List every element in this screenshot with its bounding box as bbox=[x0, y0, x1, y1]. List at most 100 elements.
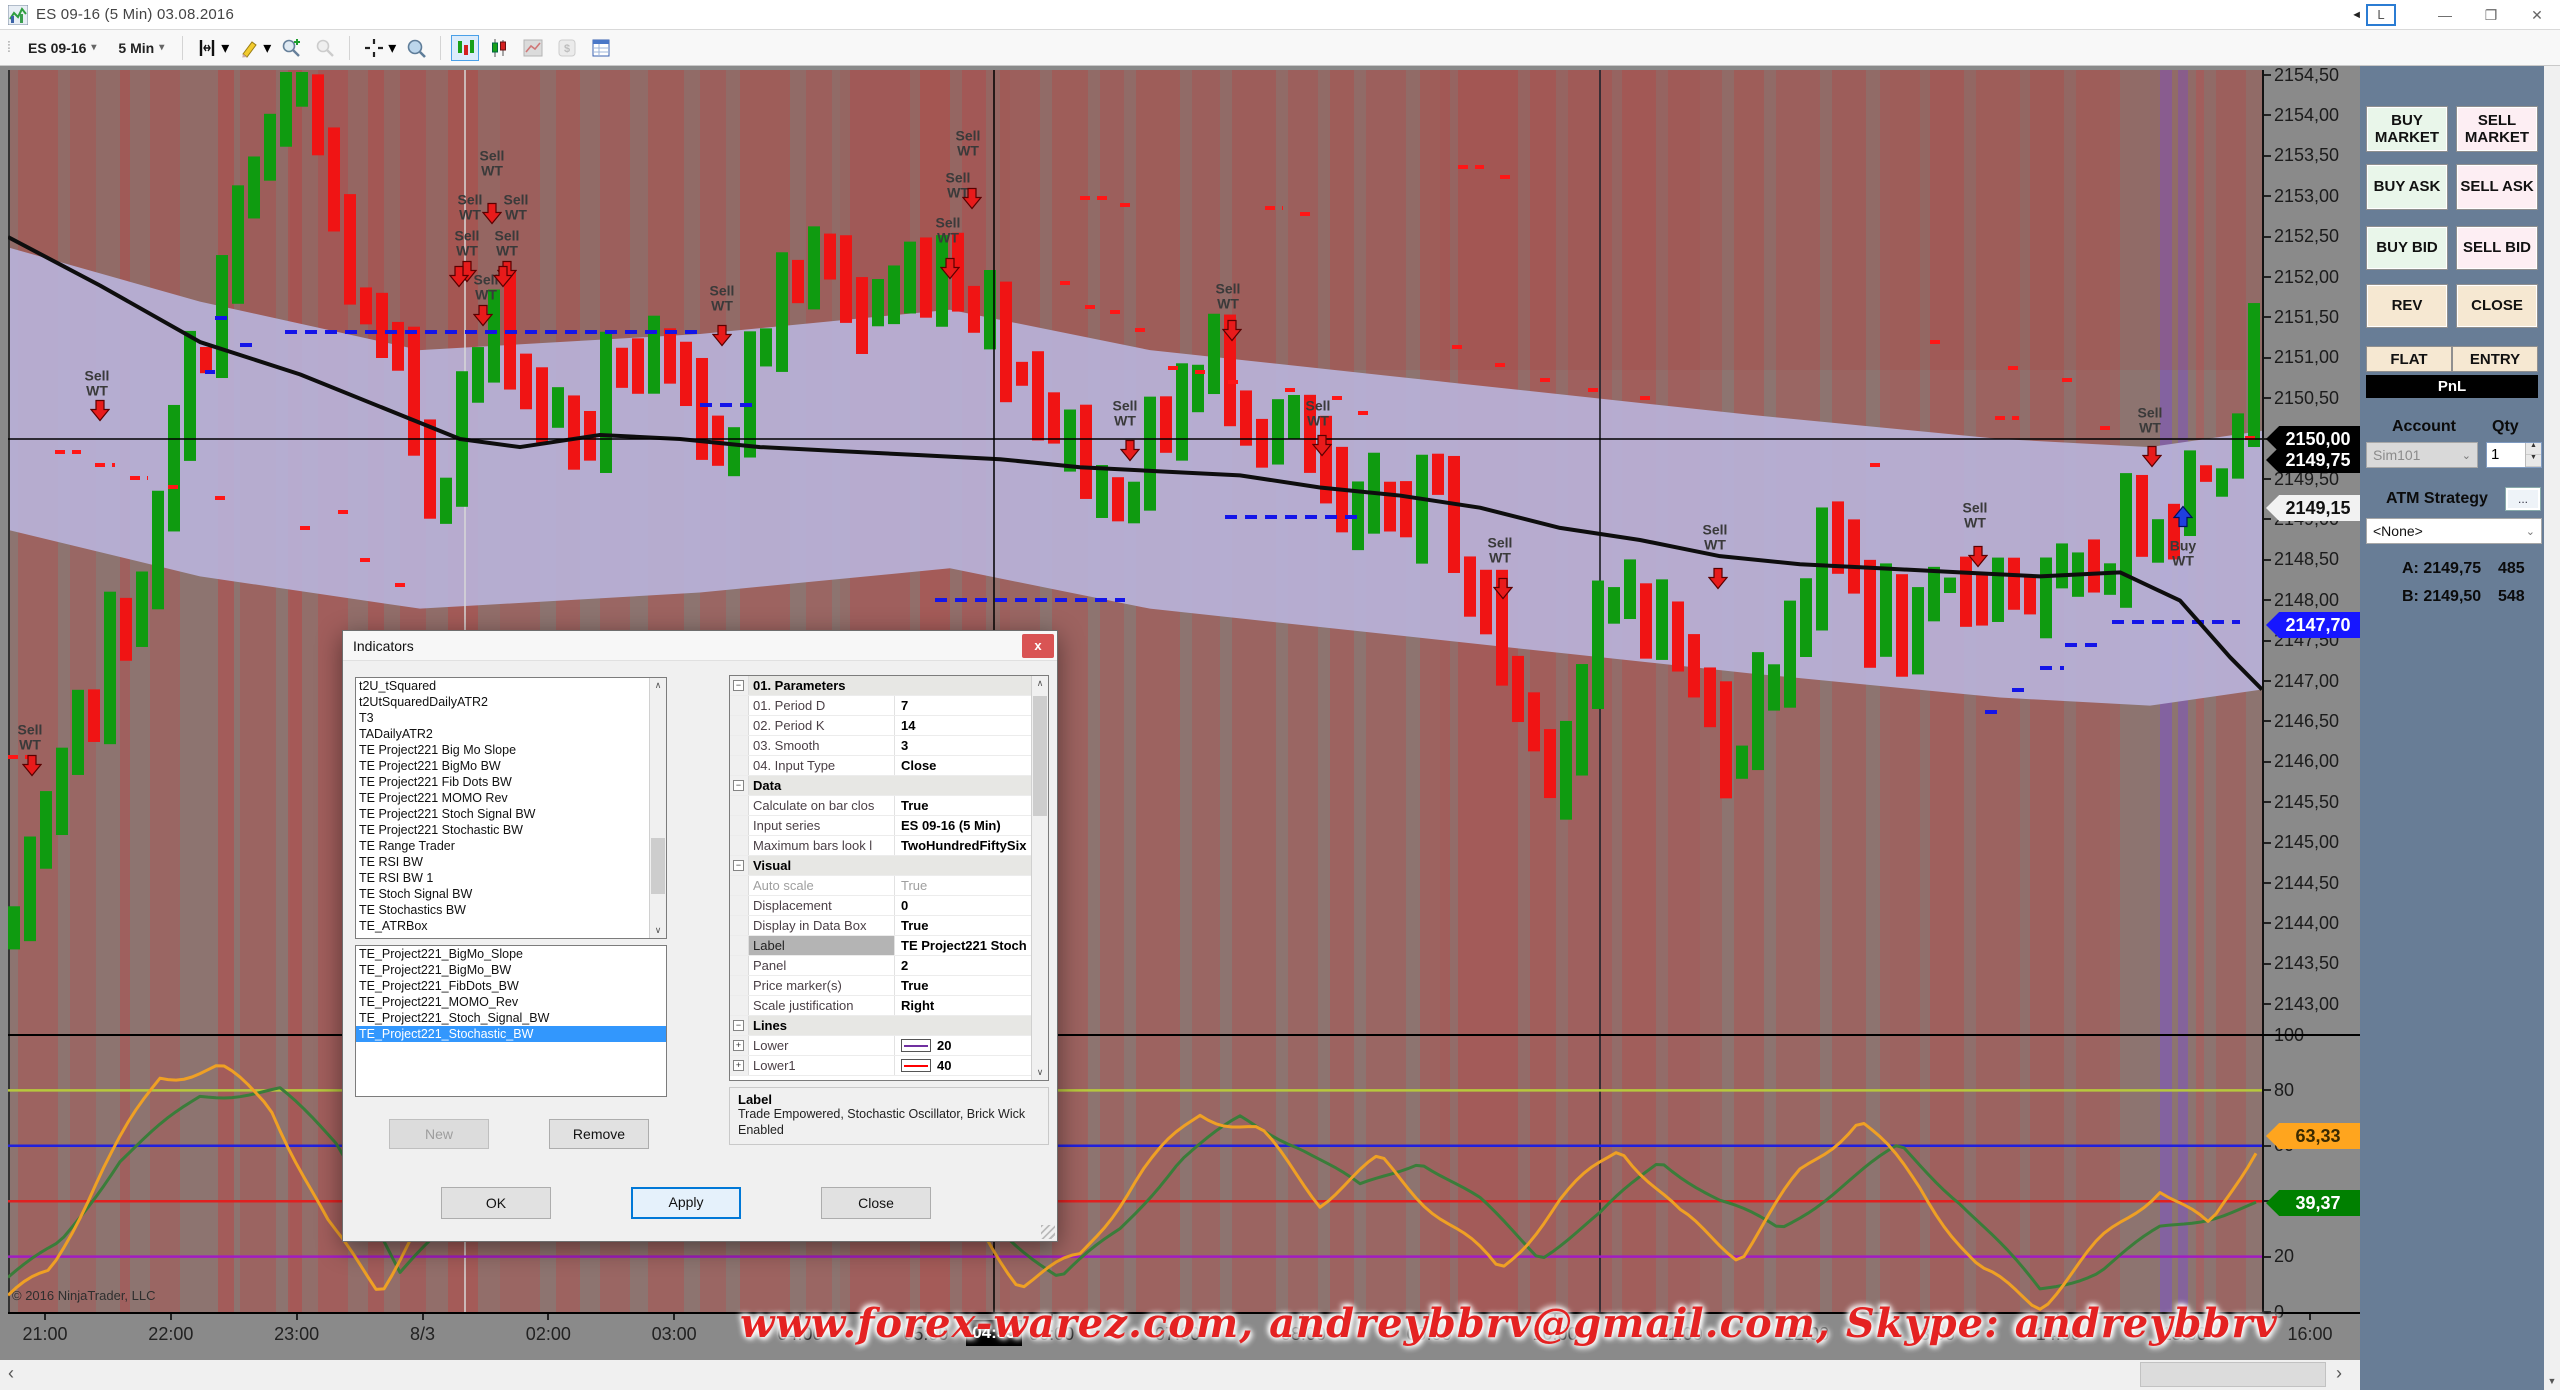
available-indicators-list[interactable]: t2U_tSquaredt2UtSquaredDailyATR2T3TADail… bbox=[355, 677, 667, 939]
data-grid-button[interactable] bbox=[587, 35, 615, 61]
bar-spacing-button[interactable]: ▾ bbox=[193, 35, 229, 61]
atm-more-button[interactable]: ... bbox=[2506, 488, 2540, 510]
drawing-tools-button[interactable]: ▾ bbox=[235, 35, 271, 61]
indicator-properties-grid[interactable]: −01. Parameters01. Period D702. Period K… bbox=[729, 675, 1049, 1081]
scrollbar-thumb[interactable] bbox=[2140, 1362, 2326, 1387]
property-row[interactable]: 01. Period D7 bbox=[730, 696, 1048, 716]
applied-indicator-item[interactable]: TE_Project221_FibDots_BW bbox=[356, 978, 666, 994]
scroll-down-arrow[interactable]: ∨ bbox=[650, 925, 666, 936]
interval-selector[interactable]: 5 Min ▾ bbox=[110, 37, 172, 59]
applied-indicator-item[interactable]: TE_Project221_Stoch_Signal_BW bbox=[356, 1010, 666, 1026]
property-row[interactable]: 02. Period K14 bbox=[730, 716, 1048, 736]
list-scrollbar[interactable]: ∧ ∨ bbox=[649, 678, 666, 938]
cursor-mode-button[interactable]: ▾ bbox=[360, 35, 396, 61]
zoom-in-button[interactable] bbox=[277, 35, 305, 61]
scrollbar-thumb[interactable] bbox=[651, 838, 665, 894]
spin-down-icon[interactable]: ▼ bbox=[2526, 455, 2541, 467]
flat-button[interactable]: FLAT bbox=[2366, 346, 2452, 372]
buy-ask-button[interactable]: BUY ASK bbox=[2366, 164, 2448, 210]
property-value[interactable]: Close bbox=[895, 756, 1048, 775]
expand-icon[interactable]: + bbox=[733, 1040, 744, 1051]
property-value[interactable]: ES 09-16 (5 Min) bbox=[895, 816, 1048, 835]
property-row[interactable]: +Lower20 bbox=[730, 1036, 1048, 1056]
close-button[interactable]: CLOSE bbox=[2456, 284, 2538, 328]
property-value[interactable]: 7 bbox=[895, 696, 1048, 715]
panel-scrollbar[interactable]: ▲ ▼ bbox=[2544, 36, 2560, 1390]
property-group-row[interactable]: −Data bbox=[730, 776, 1048, 796]
applied-indicators-list[interactable]: TE_Project221_BigMo_SlopeTE_Project221_B… bbox=[355, 945, 667, 1097]
property-value[interactable]: Right bbox=[895, 996, 1048, 1015]
link-button[interactable]: L bbox=[2366, 4, 2396, 26]
price-axis[interactable]: 2154,502154,002153,502153,002152,502152,… bbox=[2262, 70, 2360, 1312]
rev-button[interactable]: REV bbox=[2366, 284, 2448, 328]
indicator-list-item[interactable]: TE Range Trader bbox=[356, 838, 666, 854]
data-box-button[interactable] bbox=[402, 35, 430, 61]
property-row[interactable]: Panel2 bbox=[730, 956, 1048, 976]
property-row[interactable]: Displacement0 bbox=[730, 896, 1048, 916]
indicator-list-item[interactable]: TE Project221 Big Mo Slope bbox=[356, 742, 666, 758]
property-value[interactable]: 14 bbox=[895, 716, 1048, 735]
property-value[interactable]: True bbox=[895, 876, 1048, 895]
indicator-list-item[interactable]: TE Project221 BigMo BW bbox=[356, 758, 666, 774]
indicator-list-item[interactable]: TE Stochastics BW bbox=[356, 902, 666, 918]
collapse-icon[interactable]: − bbox=[733, 1020, 744, 1031]
close-dialog-button[interactable]: Close bbox=[821, 1187, 931, 1219]
property-row[interactable]: Input seriesES 09-16 (5 Min) bbox=[730, 816, 1048, 836]
property-row[interactable]: LabelTE Project221 Stoch bbox=[730, 936, 1048, 956]
indicator-list-item[interactable]: TE RSI BW bbox=[356, 854, 666, 870]
dialog-titlebar[interactable]: Indicators bbox=[343, 631, 1057, 661]
applied-indicator-item[interactable]: TE_Project221_BigMo_Slope bbox=[356, 946, 666, 962]
collapse-icon[interactable]: − bbox=[733, 860, 744, 871]
new-button[interactable]: New bbox=[389, 1119, 489, 1149]
buy-bid-button[interactable]: BUY BID bbox=[2366, 226, 2448, 270]
collapse-icon[interactable]: − bbox=[733, 780, 744, 791]
indicator-list-item[interactable]: t2U_tSquared bbox=[356, 678, 666, 694]
scroll-left-arrow[interactable]: ‹ bbox=[8, 1363, 14, 1384]
minimize-button[interactable]: — bbox=[2422, 1, 2468, 29]
property-row[interactable]: Price marker(s)True bbox=[730, 976, 1048, 996]
property-row[interactable]: 03. Smooth3 bbox=[730, 736, 1048, 756]
property-value[interactable]: True bbox=[895, 976, 1048, 995]
collapse-icon[interactable]: − bbox=[733, 680, 744, 691]
property-row[interactable]: Display in Data BoxTrue bbox=[730, 916, 1048, 936]
property-value[interactable]: True bbox=[895, 916, 1048, 935]
indicator-list-item[interactable]: TE Stoch Signal BW bbox=[356, 886, 666, 902]
property-value[interactable]: 40 bbox=[895, 1056, 1048, 1075]
buy-market-button[interactable]: BUY MARKET bbox=[2366, 106, 2448, 152]
property-row[interactable]: Calculate on bar closTrue bbox=[730, 796, 1048, 816]
property-group-row[interactable]: −01. Parameters bbox=[730, 676, 1048, 696]
dialog-close-button[interactable]: x bbox=[1022, 634, 1054, 658]
chart-style-bars-button[interactable] bbox=[451, 35, 479, 61]
remove-button[interactable]: Remove bbox=[549, 1119, 649, 1149]
applied-indicator-item[interactable]: TE_Project221_BigMo_BW bbox=[356, 962, 666, 978]
scroll-up-arrow[interactable]: ∧ bbox=[650, 680, 666, 691]
indicator-list-item[interactable]: TE Project221 Stoch Signal BW bbox=[356, 806, 666, 822]
indicator-list-item[interactable]: T3 bbox=[356, 710, 666, 726]
indicator-list-item[interactable]: TE Project221 Fib Dots BW bbox=[356, 774, 666, 790]
chart-style-line-button[interactable] bbox=[519, 35, 547, 61]
indicator-list-item[interactable]: TE_ATRBox bbox=[356, 918, 666, 934]
scroll-right-arrow[interactable]: › bbox=[2336, 1363, 2342, 1384]
applied-indicator-item[interactable]: TE_Project221_MOMO_Rev bbox=[356, 994, 666, 1010]
scroll-down-arrow[interactable]: ∨ bbox=[1032, 1067, 1048, 1078]
expand-icon[interactable]: + bbox=[733, 1060, 744, 1071]
property-row[interactable]: Maximum bars look lTwoHundredFiftySix bbox=[730, 836, 1048, 856]
chart-style-candles-button[interactable] bbox=[485, 35, 513, 61]
entry-button[interactable]: ENTRY bbox=[2452, 346, 2538, 372]
apply-button[interactable]: Apply bbox=[631, 1187, 741, 1219]
indicator-list-item[interactable]: TE RSI BW 1 bbox=[356, 870, 666, 886]
property-group-row[interactable]: −Visual bbox=[730, 856, 1048, 876]
scroll-down-arrow[interactable]: ▼ bbox=[2544, 1376, 2560, 1386]
sell-bid-button[interactable]: SELL BID bbox=[2456, 226, 2538, 270]
property-group-row[interactable]: −Lines bbox=[730, 1016, 1048, 1036]
property-value[interactable]: 3 bbox=[895, 736, 1048, 755]
quantity-stepper[interactable]: 1 ▲ ▼ bbox=[2486, 442, 2542, 468]
property-row[interactable]: Auto scaleTrue bbox=[730, 876, 1048, 896]
currency-button[interactable]: $ bbox=[553, 35, 581, 61]
applied-indicator-item[interactable]: TE_Project221_Stochastic_BW bbox=[356, 1026, 666, 1042]
account-select[interactable]: Sim101 ⌄ bbox=[2366, 442, 2478, 468]
atm-strategy-select[interactable]: <None> ⌄ bbox=[2366, 518, 2542, 544]
restore-button[interactable]: ❐ bbox=[2468, 1, 2514, 29]
toolbar-grip[interactable]: ⁞ bbox=[4, 39, 14, 56]
sell-market-button[interactable]: SELL MARKET bbox=[2456, 106, 2538, 152]
